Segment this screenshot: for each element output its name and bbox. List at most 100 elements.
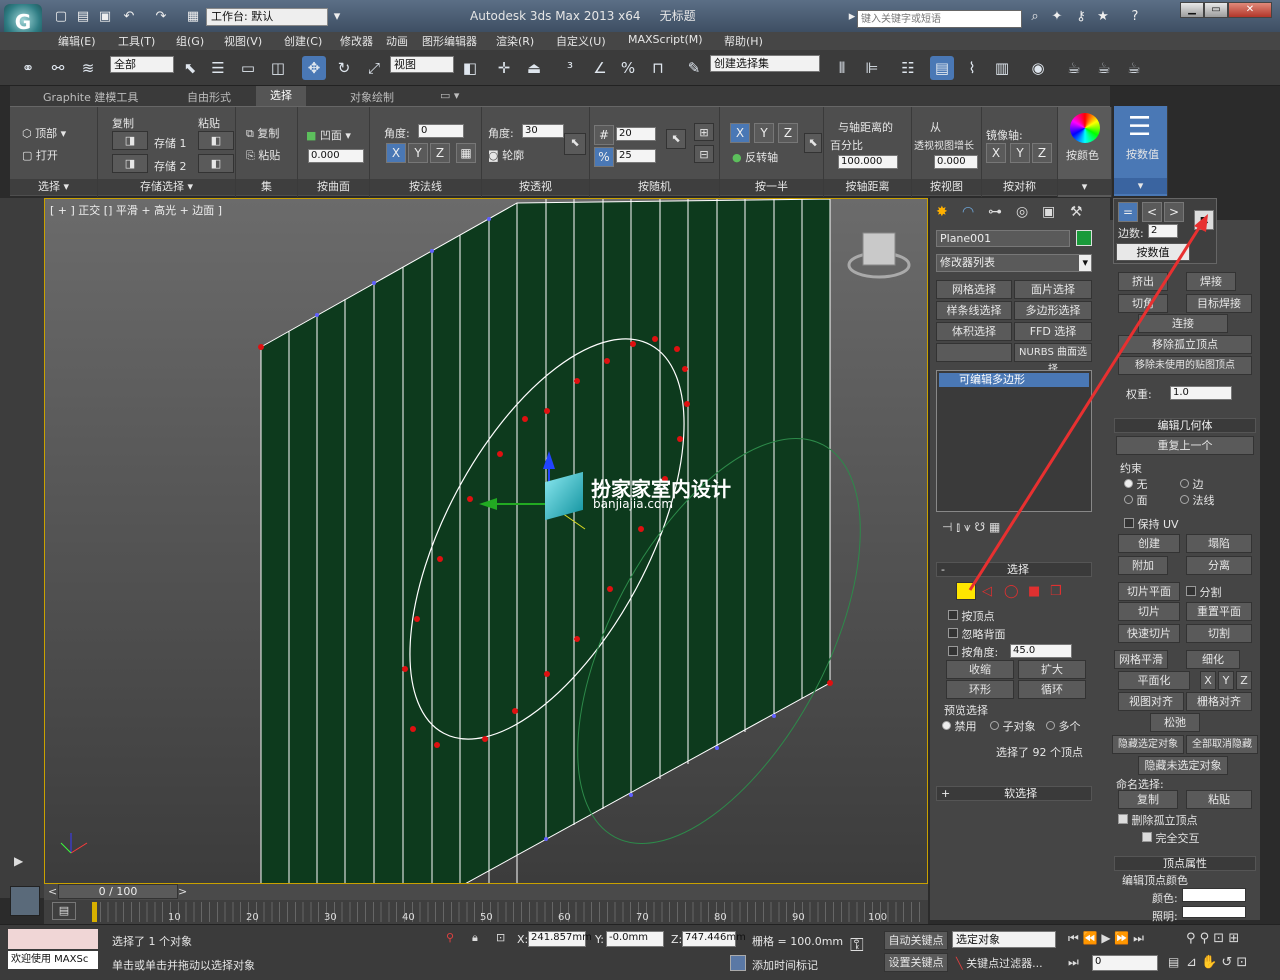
random-select-icon[interactable]: ⬉ bbox=[666, 129, 686, 149]
menu-help[interactable]: 帮助(H) bbox=[724, 33, 763, 49]
binoculars-icon[interactable]: ⌕ bbox=[1026, 8, 1044, 26]
render-setup-icon[interactable]: ☕ bbox=[1062, 56, 1086, 80]
normal-grid-icon[interactable]: ▦ bbox=[456, 143, 476, 163]
normal-angle-spinner[interactable]: 0 bbox=[418, 124, 464, 138]
track-bar[interactable]: ▤ 10 20 30 40 50 60 70 80 90 100 bbox=[44, 900, 928, 924]
graphite-toggle-icon[interactable]: ▤ bbox=[930, 56, 954, 80]
paste-store2-button[interactable]: ◧ bbox=[198, 154, 234, 173]
rect-selection-icon[interactable]: ▭ bbox=[236, 56, 260, 80]
time-slider-thumb[interactable]: 0 / 100 bbox=[58, 884, 178, 899]
project-folder-icon[interactable]: ▦ bbox=[184, 8, 202, 26]
normal-y-button[interactable]: Y bbox=[408, 143, 428, 163]
menu-tools[interactable]: 工具(T) bbox=[118, 33, 155, 49]
ref-coord-dropdown[interactable]: 视图 bbox=[390, 56, 454, 73]
preview-subobj-radio[interactable]: 子对象 bbox=[990, 718, 1036, 734]
vertex-properties-header[interactable]: 顶点属性 bbox=[1114, 856, 1256, 871]
tab-selection[interactable]: 选择 bbox=[256, 86, 306, 106]
time-config-icon[interactable]: ▤ bbox=[1168, 955, 1179, 969]
cut-button[interactable]: 切割 bbox=[1186, 624, 1252, 643]
time-prev-icon[interactable]: < bbox=[48, 885, 57, 898]
half-y-button[interactable]: Y bbox=[754, 123, 774, 143]
by-vertex-checkbox[interactable]: 按顶点 bbox=[948, 608, 995, 624]
grid-align-button[interactable]: 栅格对齐 bbox=[1186, 692, 1252, 711]
rendered-frame-icon[interactable]: ☕ bbox=[1092, 56, 1116, 80]
ribbon-options-icon[interactable]: ▭ ▾ bbox=[440, 89, 459, 102]
ring-button[interactable]: 环形 bbox=[946, 680, 1014, 699]
tessellate-button[interactable]: 细化 bbox=[1186, 650, 1240, 669]
link-icon[interactable]: ⚭ bbox=[16, 56, 40, 80]
auto-key-button[interactable]: 自动关键点 bbox=[884, 931, 948, 950]
minimize-button[interactable]: ▁ bbox=[1180, 2, 1204, 18]
viewport-label[interactable]: [ + ] 正交 [] 平滑 + 高光 + 边面 ] bbox=[50, 202, 222, 218]
tab-object-paint[interactable]: 对象绘制 bbox=[350, 89, 394, 105]
window-crossing-icon[interactable]: ◫ bbox=[266, 56, 290, 80]
named-selection-dropdown[interactable]: 创建选择集 bbox=[710, 55, 820, 72]
close-button[interactable]: ✕ bbox=[1228, 2, 1272, 18]
illum-color-swatch[interactable] bbox=[1182, 906, 1246, 918]
time-next-icon[interactable]: > bbox=[178, 885, 187, 898]
menu-group[interactable]: 组(G) bbox=[176, 33, 204, 49]
sym-y-button[interactable]: Y bbox=[1010, 143, 1030, 163]
z-coord-field[interactable]: 747.446mm bbox=[682, 931, 746, 947]
align-icon[interactable]: ⊫ bbox=[860, 56, 884, 80]
selection-filter-dropdown[interactable]: 全部 bbox=[110, 56, 174, 73]
keyboard-shortcut-icon[interactable]: ⏏ bbox=[522, 56, 546, 80]
viewport-nav-controls[interactable]: ⚲ ⚲ ⊡ ⊞ bbox=[1186, 931, 1239, 946]
spinner-snap-icon[interactable]: ⊓ bbox=[646, 56, 670, 80]
preview-multi-radio[interactable]: 多个 bbox=[1046, 718, 1081, 734]
edit-named-sel-icon[interactable]: ✎ bbox=[682, 56, 706, 80]
by-color-button[interactable]: 按颜色 ▾ bbox=[1058, 107, 1112, 197]
persp-angle-spinner[interactable]: 30 bbox=[522, 124, 564, 138]
qat-dropdown-icon[interactable]: ▾ bbox=[328, 8, 346, 26]
layer-manager-icon[interactable]: ☷ bbox=[896, 56, 920, 80]
help-search-input[interactable]: 键入关键字或短语 bbox=[857, 10, 1022, 28]
planarize-z-button[interactable]: Z bbox=[1236, 671, 1252, 690]
help-icon[interactable]: ? bbox=[1126, 8, 1144, 26]
pivot-dist-spinner[interactable]: 100.000 bbox=[838, 155, 898, 169]
bind-spacewarp-icon[interactable]: ≋ bbox=[76, 56, 100, 80]
snaps-toggle-icon[interactable]: ³ bbox=[558, 56, 582, 80]
numeric-footer[interactable]: ▾ bbox=[1114, 178, 1167, 194]
menu-modifiers[interactable]: 修改器 bbox=[340, 33, 373, 49]
meshsmooth-button[interactable]: 网格平滑 bbox=[1114, 650, 1168, 669]
menu-maxscript[interactable]: MAXScript(M) bbox=[628, 33, 703, 46]
planarize-x-button[interactable]: X bbox=[1200, 671, 1216, 690]
menu-customize[interactable]: 自定义(U) bbox=[556, 33, 606, 49]
undo-icon[interactable]: ↶ bbox=[120, 8, 138, 26]
ignore-backface-checkbox[interactable]: 忽略背面 bbox=[948, 626, 1006, 642]
menu-views[interactable]: 视图(V) bbox=[224, 33, 262, 49]
planarize-y-button[interactable]: Y bbox=[1218, 671, 1234, 690]
maximize-button[interactable]: ▭ bbox=[1204, 2, 1228, 18]
named-paste-button[interactable]: 粘贴 bbox=[1186, 790, 1252, 809]
random-grow-icon[interactable]: ⊞ bbox=[694, 123, 714, 141]
random-percent-spinner[interactable]: 25 bbox=[616, 149, 656, 163]
expand-arrow-icon[interactable]: ▶ bbox=[14, 854, 23, 868]
absolute-mode-icon[interactable]: ⊡ bbox=[496, 931, 505, 944]
preview-disable-radio[interactable]: 禁用 bbox=[942, 718, 977, 734]
by-angle-checkbox[interactable]: 按角度: bbox=[948, 644, 998, 660]
outline-button[interactable]: ◙ 轮廓 bbox=[488, 147, 524, 163]
planarize-button[interactable]: 平面化 bbox=[1118, 671, 1190, 690]
time-tag-icon[interactable] bbox=[730, 955, 746, 971]
random-count-spinner[interactable]: 20 bbox=[616, 127, 656, 141]
concave-spinner[interactable]: 0.000 bbox=[308, 149, 364, 163]
soft-selection-header[interactable]: + 软选择 bbox=[936, 786, 1092, 801]
random-count-icon[interactable]: # bbox=[594, 125, 614, 145]
move-icon[interactable]: ✥ bbox=[302, 56, 326, 80]
viewport[interactable]: [ + ] 正交 [] 平滑 + 高光 + 边面 ] 扮家家室内设计 banji… bbox=[44, 198, 928, 884]
menu-rendering[interactable]: 渲染(R) bbox=[496, 33, 534, 49]
key-icon[interactable]: ⚷ bbox=[1072, 8, 1090, 26]
mini-curve-icon[interactable]: ▤ bbox=[52, 902, 76, 920]
select-manipulate-icon[interactable]: ✛ bbox=[492, 56, 516, 80]
delete-isolated-checkbox[interactable]: 删除孤立顶点 bbox=[1118, 812, 1198, 828]
top-level-button[interactable]: ⬡ 顶部 ▾ bbox=[22, 125, 66, 141]
full-interactivity-checkbox[interactable]: 完全交互 bbox=[1142, 830, 1200, 846]
random-percent-icon[interactable]: % bbox=[594, 147, 614, 167]
grow-button[interactable]: 扩大 bbox=[1018, 660, 1086, 679]
by-numeric-button[interactable]: ☰ 按数值 ▾ bbox=[1114, 106, 1168, 196]
open-file-icon[interactable]: ▤ bbox=[74, 8, 92, 26]
concave-button[interactable]: ■ 凹面 ▾ bbox=[306, 127, 351, 143]
mini-listener-icon[interactable] bbox=[10, 886, 40, 916]
key-filters-button[interactable]: ╲ 关键点过滤器... bbox=[956, 955, 1043, 971]
communication-icon[interactable]: ✦ bbox=[1048, 8, 1066, 26]
